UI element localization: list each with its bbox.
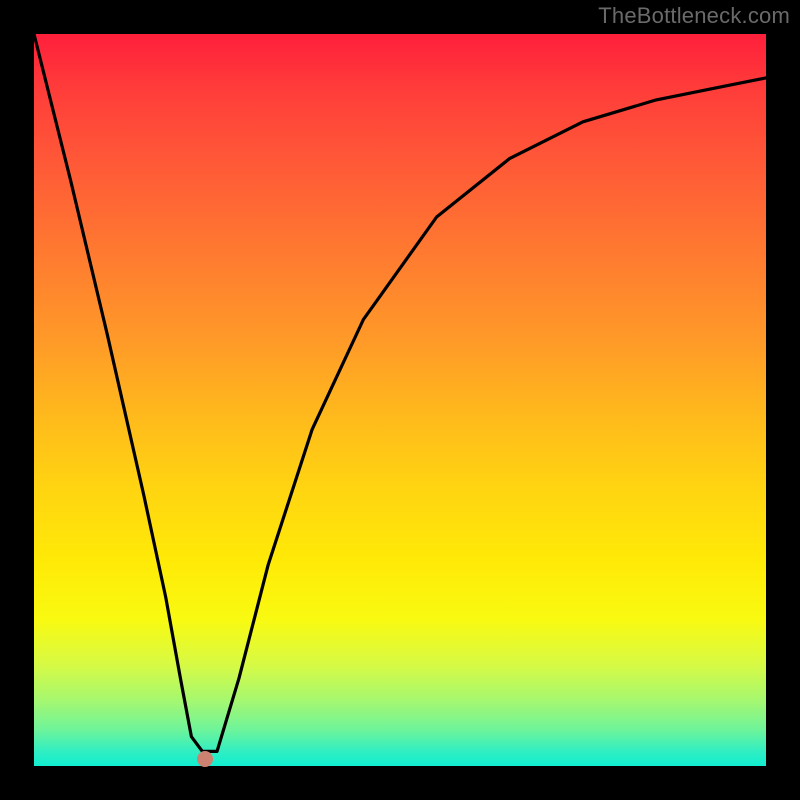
chart-stage: TheBottleneck.com: [0, 0, 800, 800]
optimum-marker: [197, 751, 213, 767]
plot-area: [34, 34, 766, 766]
watermark-label: TheBottleneck.com: [598, 3, 790, 29]
gradient-backdrop: [34, 34, 766, 766]
